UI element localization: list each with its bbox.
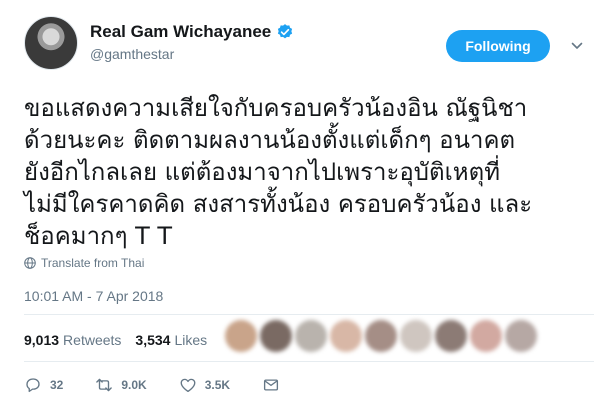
direct-message-button[interactable]	[262, 376, 288, 394]
like-button[interactable]: 3.5K	[179, 376, 230, 394]
liker-avatar[interactable]	[260, 320, 292, 352]
heart-icon	[180, 378, 196, 393]
liker-avatar[interactable]	[330, 320, 362, 352]
retweets-stat[interactable]: 9,013 Retweets	[24, 332, 121, 348]
liker-avatar[interactable]	[400, 320, 432, 352]
tweet-actions: 32 9.0K 3.5K	[24, 376, 320, 394]
avatar[interactable]	[24, 16, 78, 70]
user-handle[interactable]: @gamthestar	[90, 46, 294, 62]
retweet-count: 9.0K	[121, 378, 147, 392]
liker-avatar[interactable]	[505, 320, 537, 352]
tweet-stats: 9,013 Retweets 3,534 Likes	[24, 332, 221, 348]
translate-label[interactable]: Translate from Thai	[41, 256, 144, 270]
verified-badge-icon	[278, 24, 293, 39]
reply-count: 32	[50, 378, 64, 392]
tweet-text: ขอแสดงความเสียใจกับครอบครัวน้องอิน ณัฐนิ…	[24, 94, 533, 250]
liker-avatar[interactable]	[470, 320, 502, 352]
liker-avatar[interactable]	[295, 320, 327, 352]
direct-message-icon	[264, 379, 279, 391]
retweet-button[interactable]: 9.0K	[95, 376, 147, 394]
liker-avatar[interactable]	[225, 320, 257, 352]
chevron-down-icon[interactable]	[571, 40, 583, 52]
divider	[24, 314, 594, 315]
retweets-count: 9,013	[24, 332, 60, 348]
reply-icon	[26, 378, 40, 393]
tweet-header: Real Gam Wichayanee @gamthestar Followin…	[24, 14, 594, 74]
divider	[24, 361, 594, 362]
retweets-label: Retweets	[63, 332, 122, 348]
likers-avatars	[225, 320, 540, 352]
retweet-icon	[96, 378, 113, 392]
tweet-timestamp[interactable]: 10:01 AM - 7 Apr 2018	[24, 288, 163, 304]
globe-icon	[24, 257, 36, 269]
display-name-row: Real Gam Wichayanee	[90, 22, 294, 42]
likes-stat[interactable]: 3,534 Likes	[135, 332, 207, 348]
display-name[interactable]: Real Gam Wichayanee	[90, 22, 271, 42]
user-names: Real Gam Wichayanee @gamthestar	[90, 22, 294, 62]
reply-button[interactable]: 32	[24, 376, 63, 394]
liker-avatar[interactable]	[435, 320, 467, 352]
translate-link[interactable]: Translate from Thai	[24, 256, 144, 270]
likes-count: 3,534	[135, 332, 171, 348]
liker-avatar[interactable]	[365, 320, 397, 352]
like-count: 3.5K	[204, 378, 231, 392]
likes-label: Likes	[174, 332, 208, 348]
following-button[interactable]: Following	[446, 30, 550, 62]
